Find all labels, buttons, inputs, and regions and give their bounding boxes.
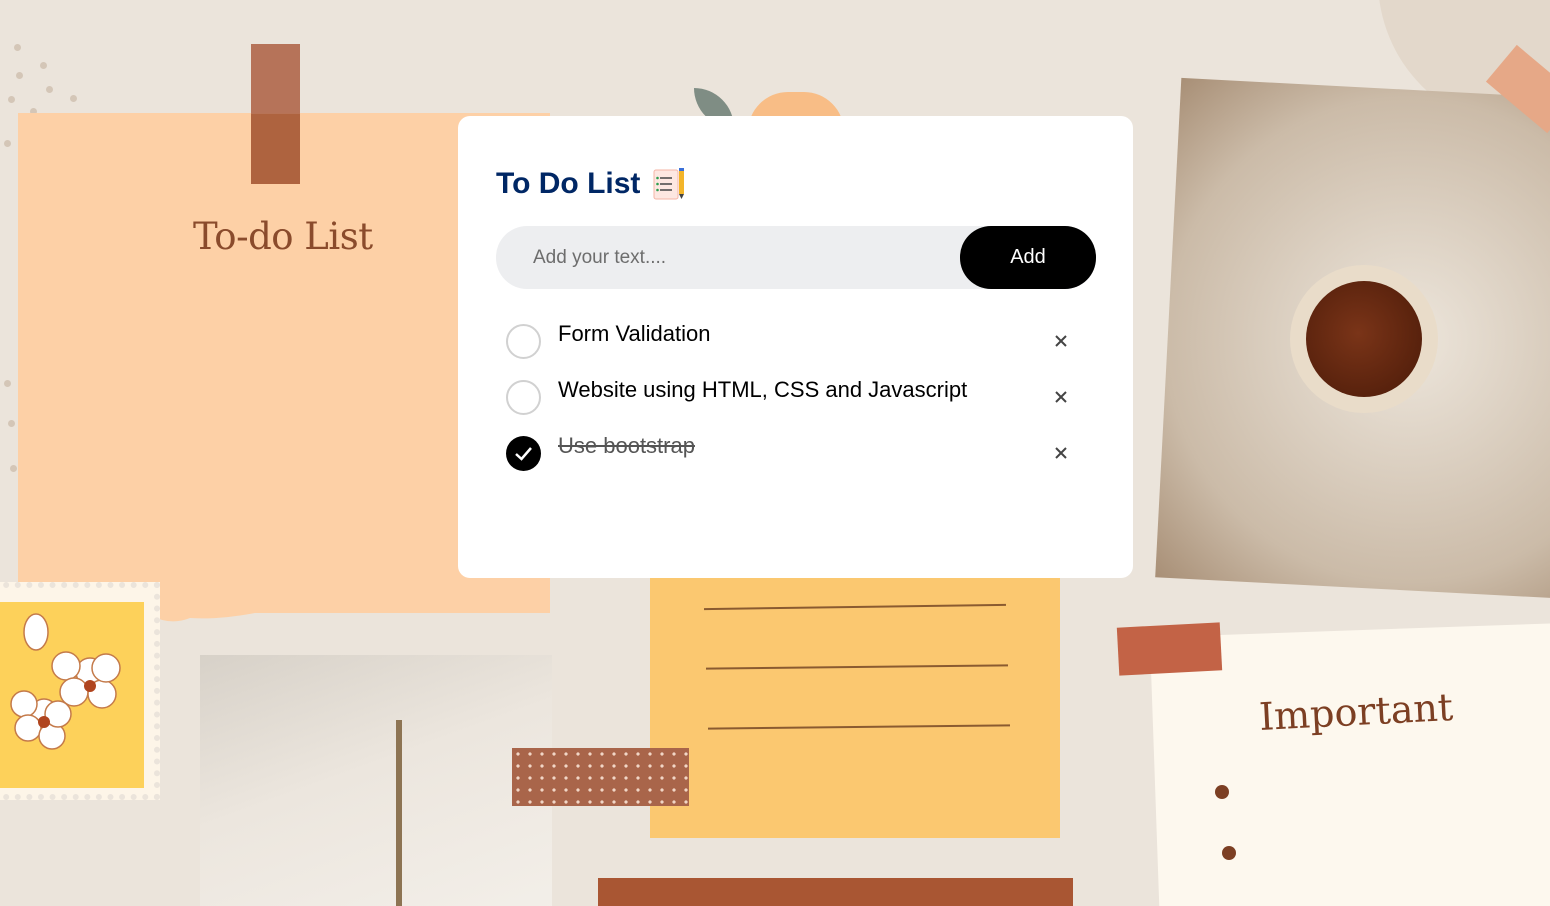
decor-dot [40,62,47,69]
decor-dot [4,380,11,387]
tape-strip [1116,622,1223,676]
interior-photo [200,655,552,906]
stamp-inner [0,602,144,788]
list-item[interactable]: Form Validation [496,319,1095,375]
flower-icon [10,613,121,750]
add-task-row: Add [496,226,1096,289]
card-header: To Do List [496,154,1095,214]
close-icon[interactable] [1047,327,1075,355]
dotted-tape [512,748,689,806]
decor-dot [8,96,15,103]
unchecked-circle-icon[interactable] [506,380,541,415]
brown-band [598,878,1073,906]
decor-dot [4,140,11,147]
todo-note-label: To-do List [193,215,373,258]
list-item[interactable]: Website using HTML, CSS and Javascript [496,375,1095,431]
decor-dot [70,95,77,102]
todo-list: Form Validation Website using HTML, CSS … [496,319,1095,487]
flower-stamp [0,582,160,800]
decor-dot [46,86,53,93]
yellow-note [650,570,1060,838]
decor-dot [10,465,17,472]
close-icon[interactable] [1047,439,1075,467]
task-text: Form Validation [558,321,711,346]
decor-dot [16,72,23,79]
decor-dot [14,44,21,51]
checked-circle-icon[interactable] [506,436,541,471]
task-input[interactable] [496,246,960,269]
bullet-dot [1215,785,1229,799]
tea-cup [1290,265,1438,413]
unchecked-circle-icon[interactable] [506,324,541,359]
page-title: To Do List [496,167,641,200]
close-icon[interactable] [1047,383,1075,411]
task-text: Use bootstrap [558,433,695,458]
decor-dot [8,420,15,427]
task-text: Website using HTML, CSS and Javascript [558,377,968,402]
list-item[interactable]: Use bootstrap [496,431,1095,487]
dried-flower-vase [396,720,402,906]
bullet-dot [1222,846,1236,860]
todo-card: To Do List Add Form Validation [458,116,1133,578]
tape-strip [251,44,300,184]
add-button[interactable]: Add [960,226,1096,289]
notepad-checklist-icon [652,167,686,201]
